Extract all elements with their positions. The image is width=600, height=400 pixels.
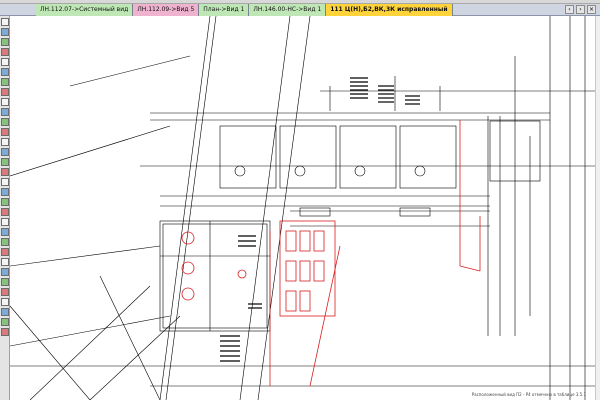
diagonal-wall-line	[69, 55, 191, 87]
diagonal-wall-line	[10, 245, 161, 267]
vertical-scrollbar[interactable]	[595, 16, 600, 400]
diagonal-wall-line	[99, 275, 161, 400]
building-block	[159, 220, 271, 332]
vent-block	[299, 207, 331, 217]
red-duct-cell	[299, 230, 311, 252]
red-duct-cell	[285, 260, 297, 282]
erase-icon[interactable]	[1, 318, 9, 326]
rectangle-icon[interactable]	[1, 68, 9, 76]
red-fan-symbol	[237, 269, 247, 279]
pump-symbol	[414, 165, 426, 177]
circle-icon[interactable]	[1, 58, 9, 66]
floor-plan-drawing	[10, 16, 600, 400]
tab-ns-view-1[interactable]: ЛН.146.00-НС->Вид 1	[249, 4, 327, 16]
undo-icon[interactable]	[1, 298, 9, 306]
grid-icon[interactable]	[1, 258, 9, 266]
ortho-icon[interactable]	[1, 268, 9, 276]
red-duct-outline	[279, 220, 336, 317]
fillet-icon[interactable]	[1, 188, 9, 196]
pump-symbol	[354, 165, 366, 177]
diagonal-wall-line	[10, 125, 171, 177]
pan-icon[interactable]	[1, 218, 9, 226]
redo-icon[interactable]	[1, 308, 9, 316]
layer-icon[interactable]	[1, 198, 9, 206]
tab-plan-view-1[interactable]: План->Вид 1	[199, 4, 250, 16]
equipment-room	[279, 125, 337, 189]
red-duct-cell	[313, 230, 325, 252]
extend-icon[interactable]	[1, 168, 9, 176]
sheet-caption: Расположенный вид П2 - Р4 отмечено в таб…	[471, 392, 586, 397]
pump-symbol	[234, 165, 246, 177]
vent-block	[399, 207, 431, 217]
diagonal-wall-line	[10, 305, 91, 400]
diagonal-wall-line	[159, 16, 211, 400]
red-duct-cell	[299, 290, 311, 312]
red-duct-cell	[313, 260, 325, 282]
drawing-toolbar	[0, 16, 10, 400]
label-blocks	[220, 77, 420, 362]
drawing-canvas[interactable]: Расположенный вид П2 - Р4 отмечено в таб…	[10, 16, 600, 400]
tab-active-drawing[interactable]: 111 Ц(Н),Б2,ВК,3К исправленный	[326, 4, 453, 16]
hatch-icon[interactable]	[1, 98, 9, 106]
diagonal-wall-line	[29, 285, 151, 400]
copy-icon[interactable]	[1, 118, 9, 126]
text-icon[interactable]	[1, 88, 9, 96]
save-icon[interactable]	[1, 288, 9, 296]
diagonal-wall-line	[10, 315, 171, 347]
pump-symbol	[294, 165, 306, 177]
line-icon[interactable]	[1, 28, 9, 36]
polyline-icon[interactable]	[1, 38, 9, 46]
diagonal-wall-line	[165, 16, 217, 400]
arc-icon[interactable]	[1, 48, 9, 56]
red-fan-symbol	[181, 287, 195, 301]
properties-icon[interactable]	[1, 238, 9, 246]
move-icon[interactable]	[1, 108, 9, 116]
rotate-icon[interactable]	[1, 128, 9, 136]
tab-system-view[interactable]: ЛН.112.07->Системный вид	[36, 4, 134, 16]
tab-view-5[interactable]: ЛН.112.09->Вид 5	[133, 4, 200, 16]
tab-list: ЛН.112.07->Системный вид ЛН.112.09->Вид …	[36, 4, 453, 16]
snap-icon[interactable]	[1, 248, 9, 256]
document-tab-strip: ЛН.112.07->Системный вид ЛН.112.09->Вид …	[0, 4, 600, 16]
equipment-room	[219, 125, 277, 189]
red-duct-cell	[285, 230, 297, 252]
measure-icon[interactable]	[1, 228, 9, 236]
red-duct-cell	[285, 290, 297, 312]
tab-prev-button[interactable]: ‹	[565, 5, 574, 14]
tab-next-button[interactable]: ›	[576, 5, 585, 14]
tab-close-button[interactable]: ×	[587, 5, 596, 14]
offset-icon[interactable]	[1, 178, 9, 186]
plan-linework	[10, 16, 600, 400]
diagonal-wall-line	[239, 16, 291, 400]
red-riser-line	[459, 265, 481, 272]
red-fan-symbol	[181, 261, 195, 275]
red-fan-symbol	[181, 231, 195, 245]
equipment-room	[339, 125, 397, 189]
red-duct-cell	[299, 260, 311, 282]
block-icon[interactable]	[1, 328, 9, 336]
dimension-icon[interactable]	[1, 78, 9, 86]
trim-icon[interactable]	[1, 158, 9, 166]
equipment-room	[399, 125, 457, 189]
tab-navigation: ‹ › ×	[565, 5, 596, 14]
zoom-icon[interactable]	[1, 208, 9, 216]
print-icon[interactable]	[1, 278, 9, 286]
select-icon[interactable]	[1, 18, 9, 26]
mirror-icon[interactable]	[1, 138, 9, 146]
scale-icon[interactable]	[1, 148, 9, 156]
